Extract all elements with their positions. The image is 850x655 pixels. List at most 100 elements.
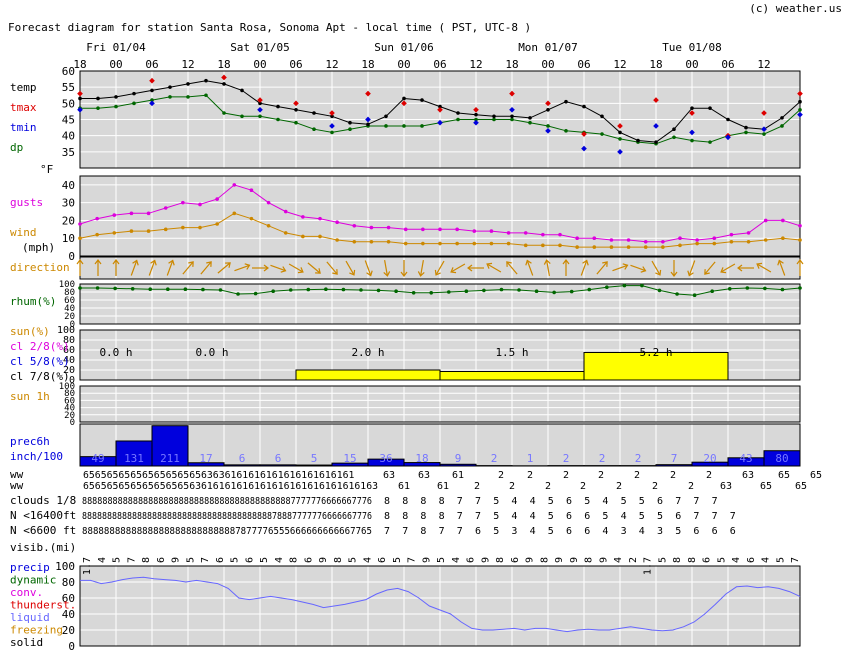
gusts-point bbox=[541, 232, 545, 237]
cloud-value: 7 bbox=[439, 526, 445, 537]
cloud-value: 6 bbox=[712, 526, 718, 537]
rhum-point bbox=[780, 287, 785, 292]
visibility-value: 7 bbox=[126, 557, 137, 563]
ww-row1-cell: 2 bbox=[706, 470, 712, 481]
precip-value-label: 131 bbox=[124, 452, 144, 465]
visibility-value: 4 bbox=[97, 557, 108, 563]
visibility-value: 6 bbox=[377, 557, 388, 563]
cloud-value: 7 bbox=[457, 496, 463, 507]
wind-speed-point bbox=[369, 239, 374, 244]
precip-value-label: 7 bbox=[671, 452, 678, 465]
dewpoint-point bbox=[546, 124, 550, 128]
precip-type-label: freezing bbox=[10, 624, 63, 637]
hour-tick-label: 00 bbox=[253, 58, 266, 71]
temperature-point bbox=[474, 112, 478, 117]
cloud-value: 5 bbox=[621, 496, 627, 507]
wind-speed-point bbox=[746, 239, 751, 244]
ww-row1-cell: 2 bbox=[498, 470, 504, 481]
rhum-point bbox=[95, 286, 100, 290]
wind-speed-point bbox=[523, 243, 528, 248]
rhum-point bbox=[376, 288, 381, 293]
precip-value-label: 49 bbox=[91, 452, 104, 465]
credit-label: (c) weather.us bbox=[749, 2, 842, 15]
rhum-point bbox=[675, 292, 679, 296]
temp-ytick-label: 60 bbox=[62, 65, 75, 78]
wind-speed-point bbox=[163, 227, 168, 232]
cloud-value: 4 bbox=[621, 511, 627, 522]
rhum-point bbox=[446, 290, 451, 294]
precip-type-label: dynamic bbox=[10, 574, 56, 587]
rhum-point bbox=[324, 287, 328, 292]
hour-tick-label: 12 bbox=[613, 58, 626, 71]
temp-ytick-label: 35 bbox=[62, 146, 75, 159]
hour-tick-label: 12 bbox=[469, 58, 482, 71]
cloud-value: 5 bbox=[639, 511, 645, 522]
dewpoint-point bbox=[762, 132, 766, 136]
gusts-point bbox=[198, 202, 202, 207]
cloud-row-label: N <16400ft bbox=[10, 509, 76, 522]
visibility-value: 6 bbox=[303, 557, 314, 563]
wind-speed-point bbox=[352, 239, 357, 244]
ww-row1-cell: 2 bbox=[634, 470, 640, 481]
dewpoint-point bbox=[744, 130, 748, 135]
wind-ytick-label: 20 bbox=[62, 214, 75, 227]
precip-bar bbox=[259, 464, 297, 467]
gusts-point bbox=[592, 236, 597, 241]
visibility-value: 8 bbox=[495, 557, 506, 563]
rhum-point bbox=[236, 292, 240, 296]
visibility-value: 5 bbox=[112, 557, 123, 563]
dewpoint-point bbox=[294, 120, 298, 125]
visibility-value: 1.7 bbox=[82, 557, 93, 575]
visibility-value: 8 bbox=[672, 557, 683, 563]
hour-tick-label: 12 bbox=[325, 58, 338, 71]
temperature-point bbox=[744, 125, 748, 130]
gusts-point bbox=[352, 223, 357, 228]
cloud-value: 8 bbox=[384, 511, 390, 522]
precip-value-label: 6 bbox=[275, 452, 282, 465]
gusts-point bbox=[643, 239, 648, 244]
visibility-value: 5 bbox=[185, 557, 196, 563]
gusts-point bbox=[403, 227, 408, 232]
dewpoint-point bbox=[492, 117, 496, 122]
dewpoint-point bbox=[672, 135, 676, 140]
gusts-point bbox=[249, 188, 254, 193]
cloud-value: 4 bbox=[639, 526, 645, 537]
precip-type-ytick-label: 100 bbox=[55, 560, 75, 573]
ww-row1-cell: 65 bbox=[810, 470, 822, 481]
gusts-point bbox=[266, 200, 271, 205]
visibility-value: 4 bbox=[451, 557, 462, 563]
dewpoint-point bbox=[114, 104, 118, 109]
cloud-dense-values: 8888888888888888888888888888888888888878… bbox=[82, 511, 372, 522]
visibility-value: 7 bbox=[790, 557, 801, 563]
sun-series-label: cl 5/8(%) bbox=[10, 355, 70, 368]
ww-row1-cell: 2 bbox=[670, 470, 676, 481]
gusts-point bbox=[181, 200, 185, 205]
dewpoint-point bbox=[456, 117, 460, 122]
forecast-diagram: Forecast diagram for station Santa Rosa,… bbox=[8, 2, 842, 653]
gusts-point bbox=[763, 218, 768, 223]
gusts-point bbox=[369, 225, 374, 230]
cloud-row-label: clouds 1/8 bbox=[10, 494, 76, 507]
temperature-point bbox=[528, 116, 532, 120]
cloud-value: 8 bbox=[439, 496, 445, 507]
temperature-point bbox=[348, 120, 352, 125]
cloud-value: 7 bbox=[675, 496, 681, 507]
wind-speed-point bbox=[506, 241, 511, 246]
visibility-value: 6 bbox=[244, 557, 255, 563]
cloud-value: 4 bbox=[511, 511, 517, 522]
day-label: Sat 01/05 bbox=[230, 41, 290, 54]
visibility-value: 6 bbox=[466, 557, 477, 563]
hour-tick-label: 00 bbox=[685, 58, 698, 71]
cloud-value: 7 bbox=[402, 526, 408, 537]
precip-type-label: precip bbox=[10, 561, 50, 574]
rhum-point bbox=[499, 287, 504, 292]
gusts-point bbox=[129, 211, 134, 216]
hour-tick-label: 18 bbox=[649, 58, 662, 71]
sun-series-label: sun(%) bbox=[10, 325, 50, 338]
visibility-value: 6 bbox=[215, 557, 226, 563]
ww-row2-cell: 2 bbox=[616, 481, 622, 492]
rhum-point bbox=[113, 286, 117, 291]
cloud-value: 7 bbox=[712, 511, 718, 522]
wind-ytick-label: 10 bbox=[62, 232, 75, 245]
visibility-value: 9 bbox=[554, 557, 565, 563]
